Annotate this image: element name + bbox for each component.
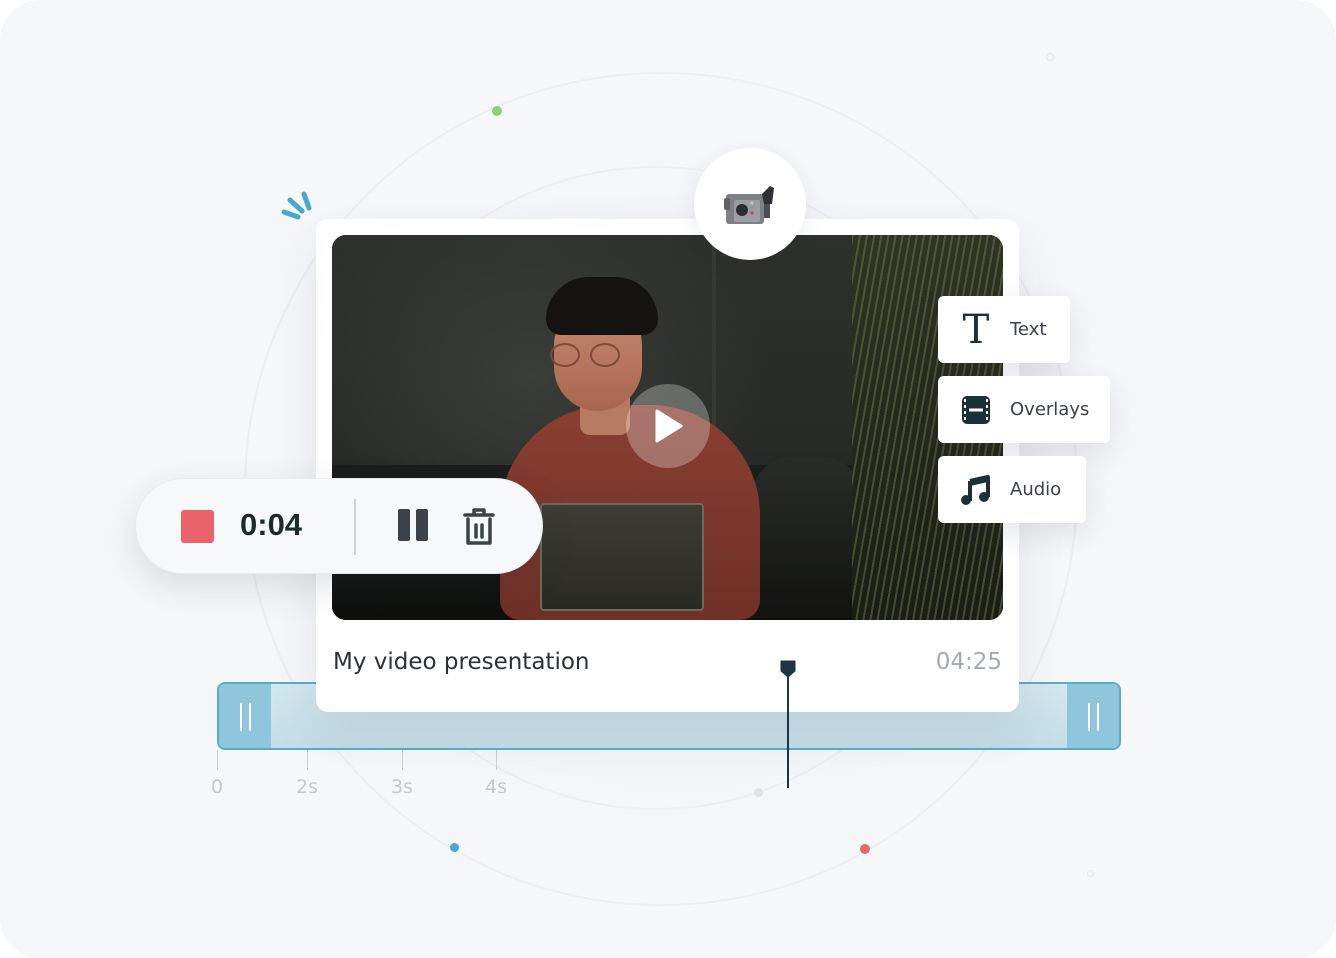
grip-line (240, 703, 242, 731)
sparkle-icon (281, 191, 312, 220)
tick-label: 0 (210, 776, 224, 798)
decor-ring-dot (1087, 870, 1094, 877)
tick-label: 2s (296, 776, 318, 798)
timeline-ruler: 0 2s 3s 4s (211, 750, 617, 800)
decor-dot-blue (450, 843, 459, 852)
divider (354, 499, 356, 555)
pause-icon (398, 509, 410, 541)
video-title: My video presentation (333, 649, 590, 675)
playhead-line (787, 676, 789, 788)
canvas-background: 0 2s 3s 4s My video presentation 04:25 T… (0, 0, 1336, 958)
video-camera-icon (724, 186, 774, 224)
camera-badge[interactable] (694, 148, 806, 260)
grip-line (1097, 703, 1099, 731)
text-icon: T (962, 306, 990, 353)
trim-handle-start[interactable] (219, 684, 271, 748)
tick-mark (402, 750, 403, 770)
grip-line (249, 703, 251, 731)
pause-icon (416, 509, 428, 541)
decor-dot-grey (754, 788, 763, 797)
grip-line (1088, 703, 1090, 731)
ruler-tick: 3s (391, 750, 413, 798)
trim-handle-end[interactable] (1067, 684, 1119, 748)
play-button[interactable] (626, 384, 710, 468)
tool-text-button[interactable]: T Text (938, 296, 1070, 363)
film-strip-icon (956, 390, 996, 430)
tool-label: Text (1010, 319, 1047, 340)
decor-dot-green (492, 106, 502, 116)
ruler-tick: 0 (211, 750, 223, 798)
tick-label: 4s (485, 776, 507, 798)
ruler-tick: 4s (485, 750, 507, 798)
person-hair (546, 277, 658, 335)
tick-mark (217, 750, 218, 770)
ruler-tick: 2s (296, 750, 318, 798)
video-frame-sofa-arm (752, 457, 862, 617)
tick-label: 3s (391, 776, 413, 798)
pause-button[interactable] (396, 509, 428, 545)
trash-icon[interactable] (462, 507, 496, 547)
tick-mark (496, 750, 497, 770)
decor-ring-dot (1046, 53, 1054, 61)
tick-mark (307, 750, 308, 770)
decor-dot-red (860, 844, 870, 854)
video-duration: 04:25 (935, 649, 1002, 675)
person-glasses (550, 343, 630, 367)
recording-controls: 0:04 (135, 478, 543, 574)
music-note-icon (956, 470, 996, 510)
tool-label: Audio (1010, 479, 1062, 500)
tool-audio-button[interactable]: Audio (938, 456, 1086, 523)
stop-recording-button[interactable] (181, 510, 214, 543)
play-icon (655, 409, 683, 443)
playhead[interactable] (779, 660, 797, 790)
video-card: My video presentation 04:25 (316, 219, 1019, 712)
recording-timer: 0:04 (240, 507, 303, 542)
tool-label: Overlays (1010, 399, 1090, 420)
video-frame-laptop (540, 503, 704, 611)
tool-overlays-button[interactable]: Overlays (938, 376, 1110, 443)
